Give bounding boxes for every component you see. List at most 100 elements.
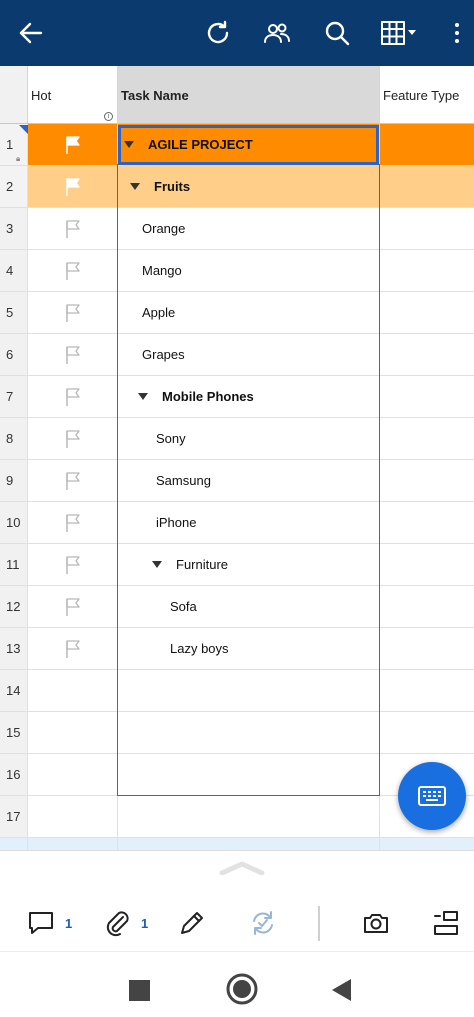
- hot-cell[interactable]: [28, 628, 118, 669]
- search-button[interactable]: [317, 13, 357, 53]
- back-button[interactable]: [11, 13, 51, 53]
- row-number[interactable]: 4: [0, 250, 28, 291]
- info-icon[interactable]: i: [104, 112, 113, 121]
- flag-icon[interactable]: [65, 177, 81, 197]
- table-row[interactable]: [0, 838, 474, 850]
- hot-cell[interactable]: [28, 502, 118, 543]
- hot-cell[interactable]: [28, 796, 118, 837]
- row-number[interactable]: 11: [0, 544, 28, 585]
- edit-button[interactable]: [178, 906, 206, 940]
- column-header-task-name[interactable]: Task Name: [118, 66, 380, 124]
- camera-button[interactable]: [362, 906, 390, 940]
- hot-cell[interactable]: [28, 250, 118, 291]
- more-options-button[interactable]: [442, 13, 472, 53]
- chevron-up-icon[interactable]: [219, 861, 265, 875]
- row-number[interactable]: 2: [0, 166, 28, 207]
- sync-button[interactable]: [249, 906, 277, 940]
- row-number[interactable]: 14: [0, 670, 28, 711]
- system-navigation-bar: [0, 951, 474, 1017]
- active-cell-selection[interactable]: [118, 125, 379, 165]
- collaborators-button[interactable]: [257, 13, 297, 53]
- hot-cell[interactable]: [28, 754, 118, 795]
- row-number[interactable]: 12: [0, 586, 28, 627]
- home-button[interactable]: [225, 972, 259, 1006]
- feature-type-cell[interactable]: [380, 250, 474, 291]
- feature-type-cell[interactable]: [380, 502, 474, 543]
- hot-cell[interactable]: [28, 460, 118, 501]
- row-number[interactable]: 17: [0, 796, 28, 837]
- column-header-feature-type[interactable]: Feature Type: [380, 66, 474, 124]
- comments-button[interactable]: 1: [27, 906, 72, 940]
- flag-icon[interactable]: [65, 513, 81, 533]
- flag-icon[interactable]: [65, 219, 81, 239]
- row-actions-button[interactable]: [432, 906, 460, 940]
- feature-type-cell[interactable]: [380, 712, 474, 753]
- hot-cell[interactable]: [28, 166, 118, 207]
- row-number[interactable]: 5: [0, 292, 28, 333]
- hot-cell[interactable]: [28, 376, 118, 417]
- row-number[interactable]: 10: [0, 502, 28, 543]
- hot-cell[interactable]: [28, 670, 118, 711]
- refresh-button[interactable]: [198, 13, 238, 53]
- flag-icon[interactable]: [65, 429, 81, 449]
- row-number[interactable]: 15: [0, 712, 28, 753]
- task-cell[interactable]: [118, 796, 380, 837]
- view-switch-button[interactable]: [376, 13, 422, 53]
- hot-cell[interactable]: [28, 418, 118, 459]
- attachments-count: 1: [141, 915, 149, 931]
- feature-type-cell[interactable]: [380, 418, 474, 459]
- row-number[interactable]: 9: [0, 460, 28, 501]
- row-number[interactable]: 13: [0, 628, 28, 669]
- feature-type-cell[interactable]: [380, 628, 474, 669]
- column-header-hot[interactable]: Hot i: [28, 66, 118, 124]
- feature-type-cell[interactable]: [380, 208, 474, 249]
- flag-icon[interactable]: [65, 261, 81, 281]
- flag-icon[interactable]: [65, 471, 81, 491]
- feature-type-cell[interactable]: [380, 460, 474, 501]
- flag-icon[interactable]: [65, 345, 81, 365]
- row-number-label: 6: [6, 347, 14, 362]
- row-number-header[interactable]: [0, 66, 28, 124]
- row-number[interactable]: 8: [0, 418, 28, 459]
- row-number[interactable]: 6: [0, 334, 28, 375]
- keyboard-button[interactable]: [398, 762, 466, 830]
- hot-cell[interactable]: [28, 838, 118, 850]
- row-selected-marker: [19, 125, 28, 134]
- camera-icon: [364, 914, 388, 933]
- hot-cell[interactable]: [28, 334, 118, 375]
- flag-icon[interactable]: [65, 135, 81, 155]
- back-nav-button[interactable]: [330, 977, 352, 1003]
- flag-icon[interactable]: [65, 387, 81, 407]
- row-number[interactable]: 3: [0, 208, 28, 249]
- feature-type-cell[interactable]: [380, 124, 474, 165]
- task-cell[interactable]: [118, 838, 380, 850]
- flag-icon[interactable]: [65, 555, 81, 575]
- feature-type-cell[interactable]: [380, 376, 474, 417]
- attachments-button[interactable]: 1: [103, 906, 148, 940]
- feature-type-cell[interactable]: [380, 166, 474, 207]
- row-number[interactable]: 16: [0, 754, 28, 795]
- hot-cell[interactable]: [28, 208, 118, 249]
- more-vert-icon: [455, 23, 459, 43]
- row-number[interactable]: 7: [0, 376, 28, 417]
- feature-type-cell[interactable]: [380, 334, 474, 375]
- recents-button[interactable]: [129, 980, 150, 1001]
- flag-icon[interactable]: [65, 639, 81, 659]
- flag-icon[interactable]: [65, 597, 81, 617]
- feature-type-cell[interactable]: [380, 586, 474, 627]
- hot-cell[interactable]: [28, 712, 118, 753]
- hot-cell[interactable]: [28, 544, 118, 585]
- feature-type-cell[interactable]: [380, 292, 474, 333]
- feature-type-cell[interactable]: [380, 838, 474, 850]
- hot-cell[interactable]: [28, 292, 118, 333]
- flag-icon[interactable]: [65, 303, 81, 323]
- lock-icon: 🔒︎: [16, 154, 21, 163]
- search-icon: [325, 21, 350, 46]
- hot-cell[interactable]: [28, 124, 118, 165]
- hot-cell[interactable]: [28, 586, 118, 627]
- app-toolbar: [0, 0, 474, 66]
- feature-type-cell[interactable]: [380, 544, 474, 585]
- row-number-label: 12: [6, 599, 21, 614]
- row-number-label: 16: [6, 767, 21, 782]
- feature-type-cell[interactable]: [380, 670, 474, 711]
